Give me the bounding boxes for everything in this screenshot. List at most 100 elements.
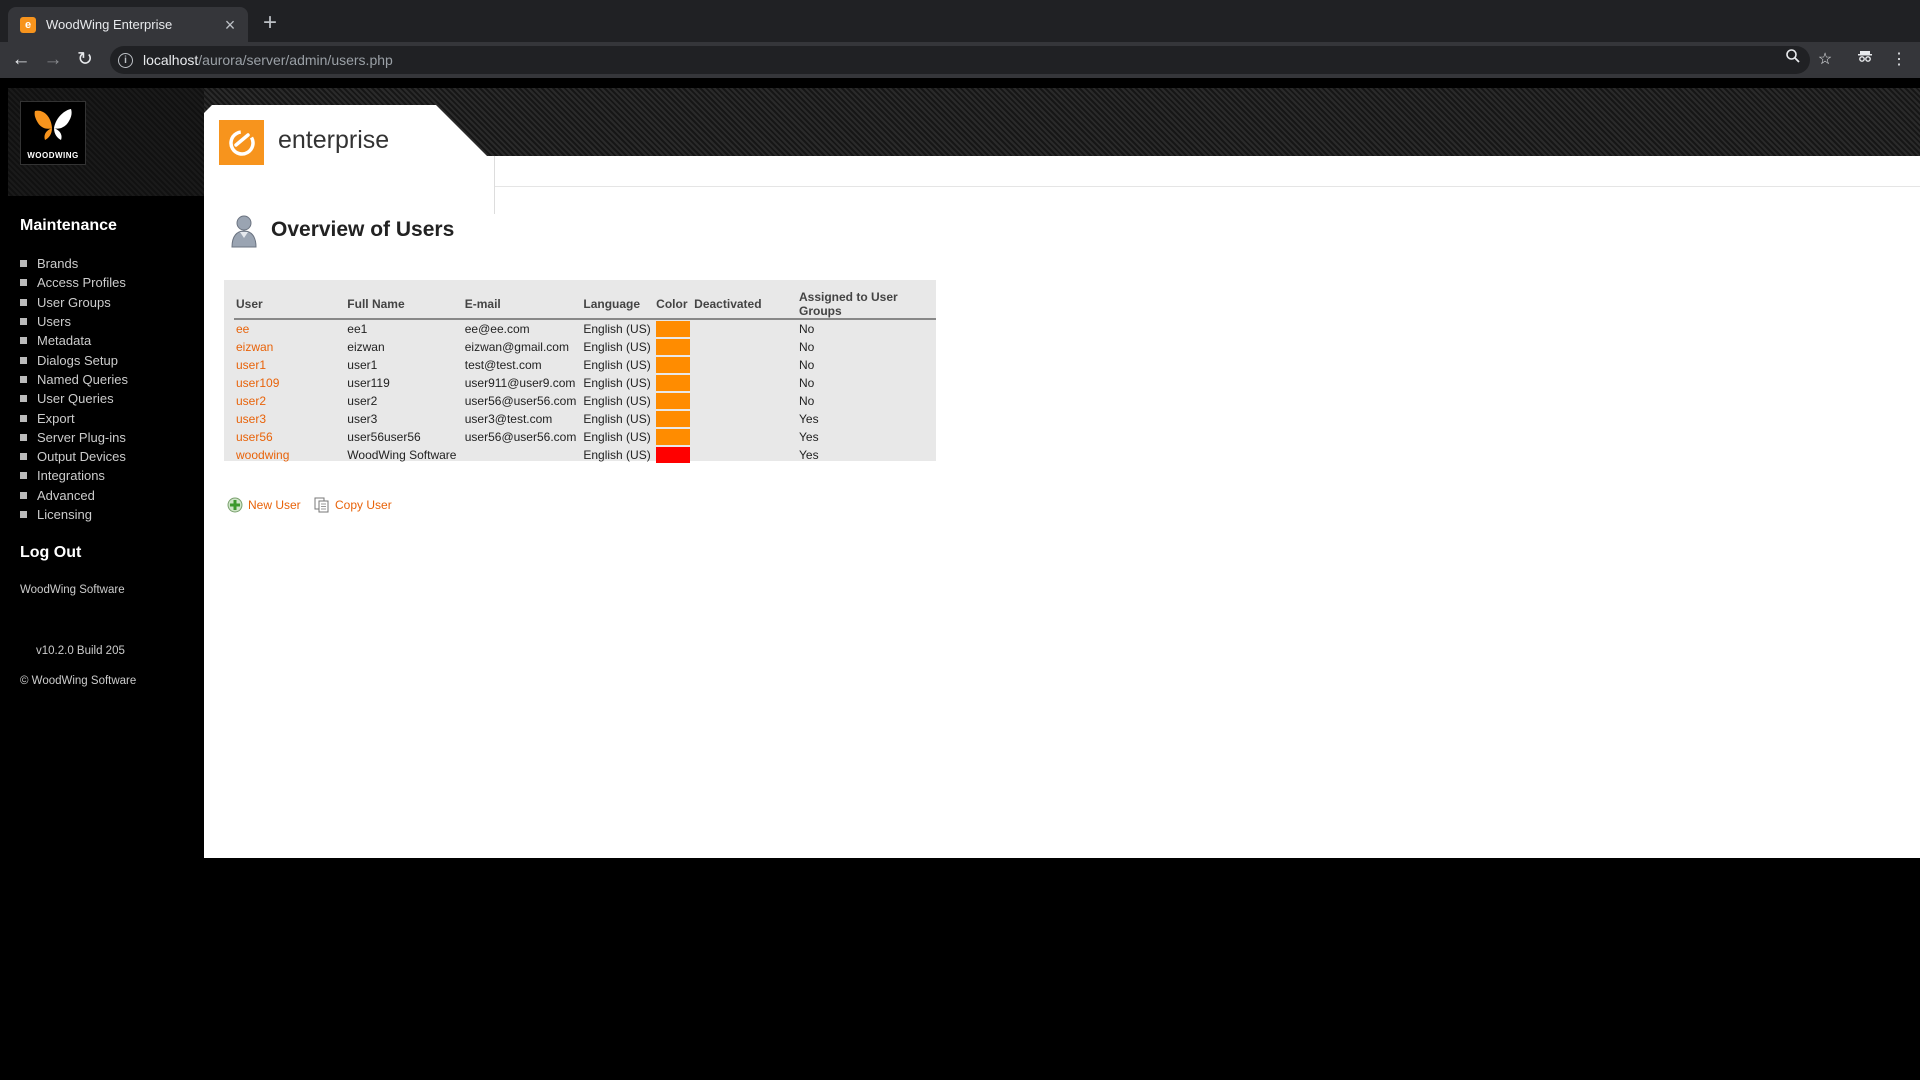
sidebar-item-output-devices[interactable]: Output Devices [20,447,128,466]
sidebar-item-dialogs-setup[interactable]: Dialogs Setup [20,350,128,369]
copy-user-button[interactable]: Copy User [314,497,392,513]
bullet-icon [20,472,27,480]
sidebar-item-label: User Groups [37,294,111,310]
bullet-icon [20,260,27,268]
tab-title: WoodWing Enterprise [46,17,173,32]
sidebar-item-user-groups[interactable]: User Groups [20,293,128,312]
email-cell: eizwan@gmail.com [464,340,569,354]
sidebar-item-licensing[interactable]: Licensing [20,505,128,524]
woodwing-logo[interactable]: WOODWING [20,101,86,165]
full-name-cell: eizwan [347,340,385,354]
sidebar-header: WOODWING [8,88,204,196]
email-cell: user56@user56.com [464,394,577,408]
add-user-icon [227,497,243,513]
product-name: enterprise [278,126,390,154]
site-info-icon[interactable]: i [118,52,133,68]
sidebar-item-label: Users [37,314,71,330]
maintenance-menu: Brands Access Profiles User Groups Users Met… [20,254,128,524]
reload-icon[interactable]: ↻ [72,47,98,73]
user-link[interactable]: woodwing [234,446,345,464]
bullet-icon [20,491,27,499]
full-name-cell: user3 [347,412,378,426]
table-row: ee ee1 ee@ee.com English (US) No [234,319,936,338]
url-text: localhost/aurora/server/admin/users.php [143,52,393,68]
color-cell [654,374,692,392]
sidebar-item-label: Named Queries [37,371,129,387]
sidebar-item-label: Brands [37,256,79,272]
email-cell: user3@test.com [464,412,553,426]
email-cell [463,446,582,464]
sidebar-item-label: Dialogs Setup [37,352,118,368]
version-text: v10.2.0 Build 205 [36,645,125,657]
menu-kebab-icon[interactable]: ⋮ [1886,47,1912,73]
zoom-icon[interactable] [1780,47,1806,73]
table-row: user56 user56user56 user56@user56.com Engli… [234,428,936,446]
assigned-groups-cell: Yes [799,430,819,444]
header-divider [494,186,1920,187]
browser-tab[interactable]: e WoodWing Enterprise × [8,7,248,42]
bullet-icon [20,375,27,383]
column-header-user: User [234,290,346,320]
logout-link[interactable]: Log Out [20,544,81,562]
column-header-full-name: Full Name [345,290,463,320]
full-name-cell: user1 [347,358,378,372]
user-link[interactable]: user109 [234,374,345,392]
column-header-color: Color [654,290,693,320]
sidebar-item-advanced[interactable]: Advanced [20,486,128,505]
forward-icon[interactable]: → [40,47,66,73]
sidebar-item-named-queries[interactable]: Named Queries [20,370,128,389]
new-user-button[interactable]: New User [227,497,301,513]
user-link[interactable]: user1 [234,356,345,374]
brand-tab-edge [494,156,495,214]
sidebar-item-user-queries[interactable]: User Queries [20,389,128,408]
sidebar-item-metadata[interactable]: Metadata [20,331,128,350]
user-link[interactable]: ee [234,319,345,338]
new-tab-button[interactable]: + [256,10,284,38]
user-link[interactable]: user2 [234,392,345,410]
color-cell [654,428,692,446]
new-user-label: New User [248,498,301,512]
address-bar[interactable]: i localhost/aurora/server/admin/users.ph… [110,46,1810,74]
full-name-cell: user119 [347,376,390,390]
copy-icon [314,497,329,513]
table-header-row: User Full Name E-mail Language Color Dea… [234,290,936,320]
maintenance-heading: Maintenance [20,217,117,234]
table-row: woodwing WoodWing Software English (US) Yes [234,446,936,464]
sidebar-item-access-profiles[interactable]: Access Profiles [20,273,128,292]
color-swatch [656,447,691,463]
back-icon[interactable]: ← [8,47,34,73]
assigned-groups-cell: Yes [799,448,819,462]
user-link[interactable]: user56 [234,428,345,446]
sidebar-item-users[interactable]: Users [20,312,128,331]
sidebar-item-server-plug-ins[interactable]: Server Plug-ins [20,428,128,447]
assigned-groups-cell: No [799,394,815,408]
users-table: User Full Name E-mail Language Color Dea… [234,290,936,464]
language-cell: English (US) [583,448,651,462]
bullet-icon [20,318,27,326]
sidebar-item-label: Output Devices [37,449,126,465]
deactivated-cell [692,410,797,428]
color-cell [654,319,692,338]
assigned-groups-cell: No [799,340,815,354]
deactivated-cell [692,428,797,446]
bullet-icon [20,414,27,422]
sidebar-item-brands[interactable]: Brands [20,254,128,273]
users-table-container: User Full Name E-mail Language Color Dea… [224,280,936,464]
user-link[interactable]: eizwan [234,338,345,356]
browser-toolbar: ← → ↻ i localhost/aurora/server/admin/us… [0,42,1920,78]
incognito-icon[interactable] [1852,47,1878,73]
full-name-cell: user2 [347,394,378,408]
table-row: eizwan eizwan eizwan@gmail.com English (US)… [234,338,936,356]
sidebar-item-export[interactable]: Export [20,408,128,427]
bullet-icon [20,356,27,364]
assigned-groups-cell: No [799,376,815,390]
close-tab-icon[interactable]: × [218,13,242,37]
sidebar-item-integrations[interactable]: Integrations [20,466,128,485]
page: WOODWING enterprise Overview of Users Us… [0,78,1920,1080]
column-header-assigned-groups: Assigned to User Groups [797,290,936,320]
user-link[interactable]: user3 [234,410,345,428]
sidebar-item-label: Integrations [37,468,105,484]
bookmark-star-icon[interactable]: ☆ [1812,47,1838,73]
language-cell: English (US) [583,322,651,336]
sidebar-item-label: Metadata [37,333,92,349]
